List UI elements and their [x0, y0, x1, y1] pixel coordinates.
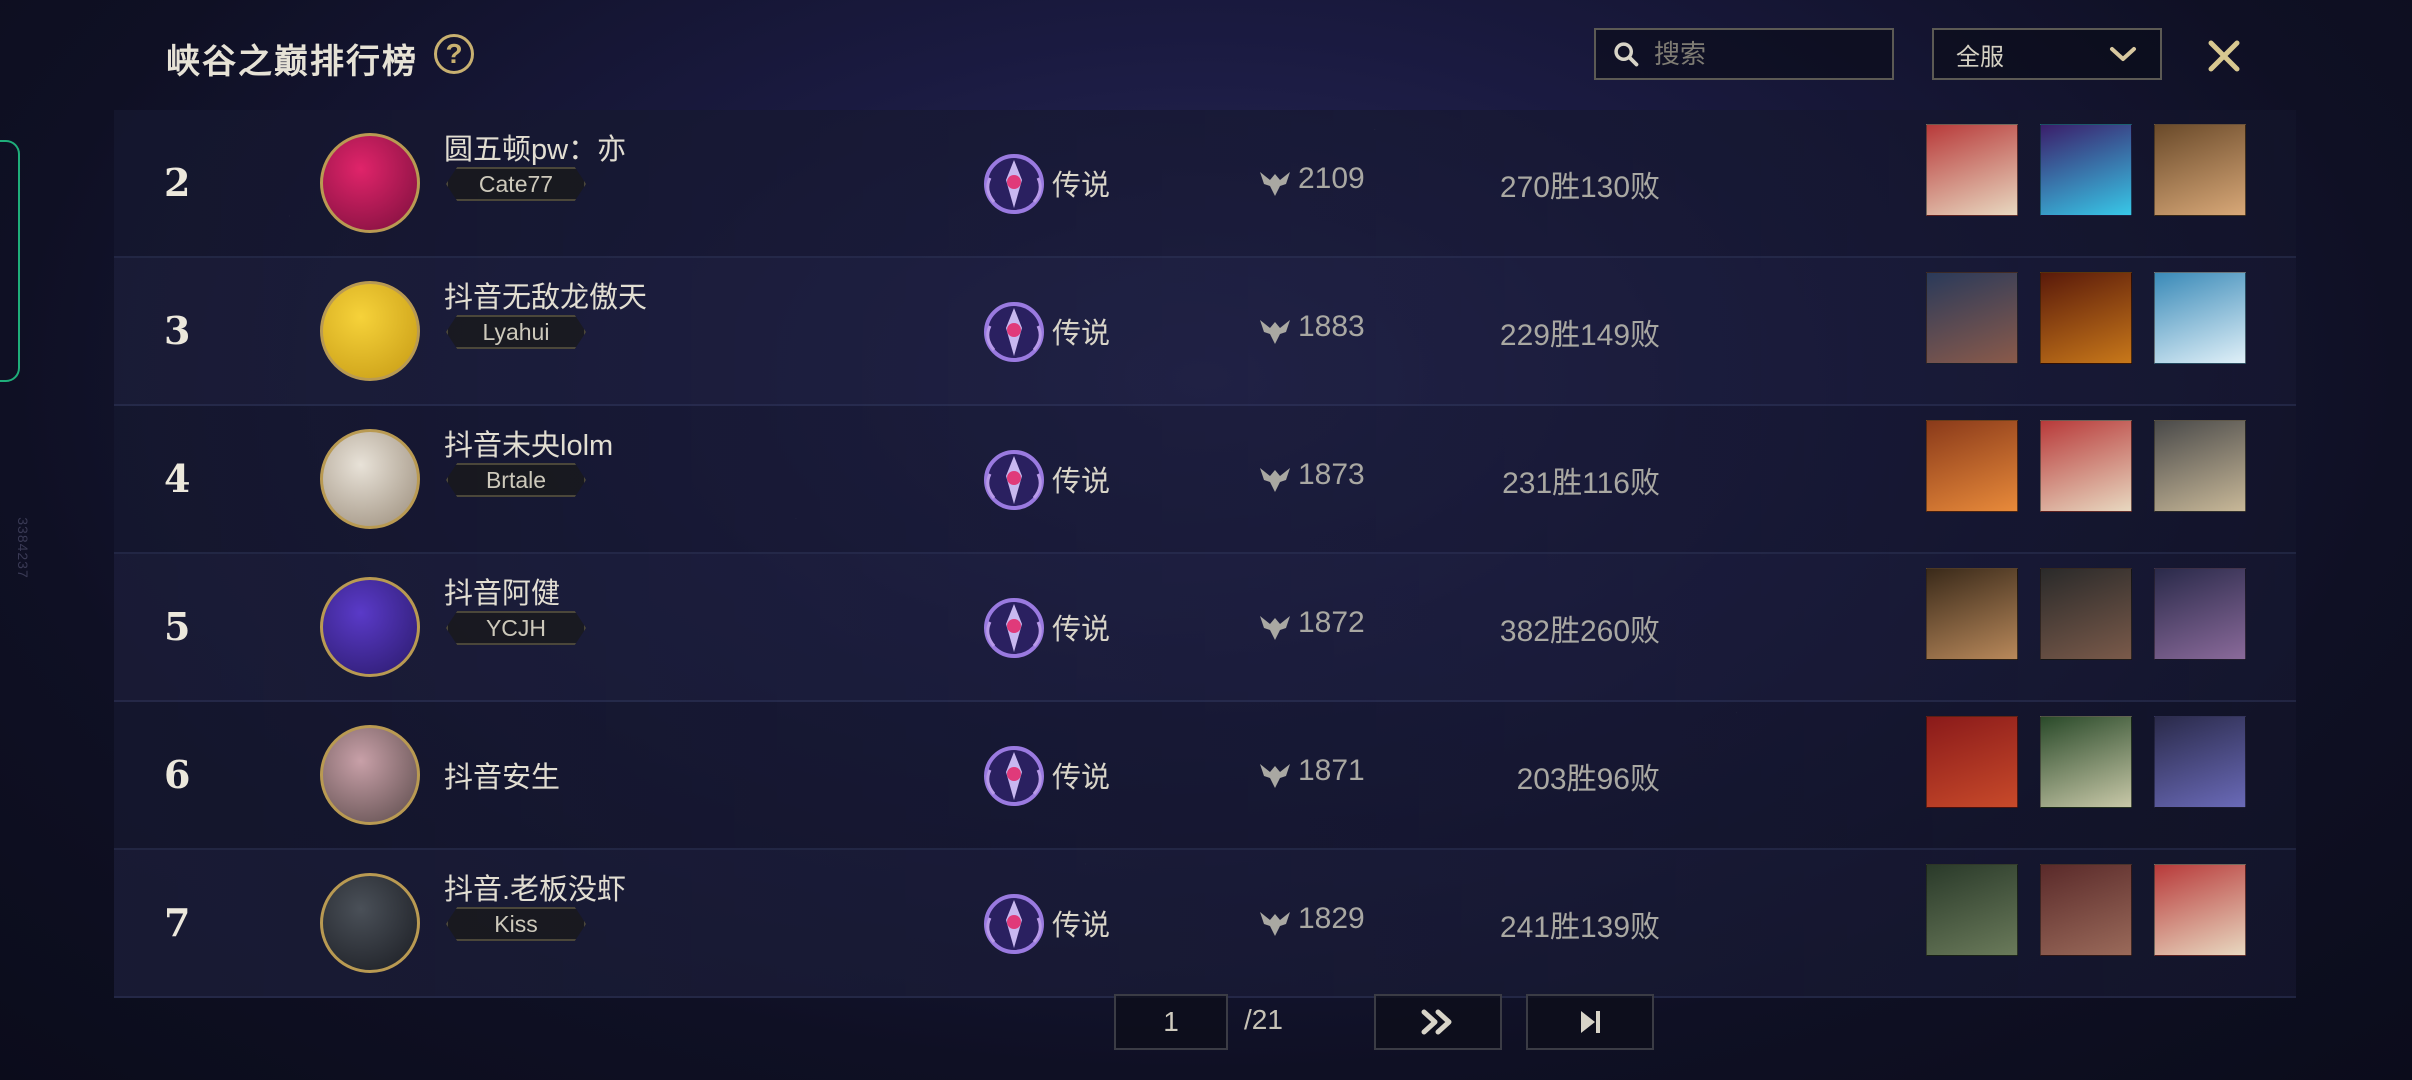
- player-avatar[interactable]: [320, 873, 420, 973]
- leaderboard-row[interactable]: 5 抖音阿健 YCJH 传说 1872 382胜260败: [114, 554, 2296, 702]
- player-avatar[interactable]: [320, 725, 420, 825]
- player-avatar[interactable]: [320, 577, 420, 677]
- search-icon: [1614, 42, 1639, 67]
- side-id-text: 3384237: [14, 517, 31, 579]
- player-name: 抖音阿健: [444, 578, 561, 610]
- win-loss-record: 231胜116败: [1502, 467, 1660, 500]
- champion-portrait[interactable]: [2040, 568, 2132, 660]
- tier-label: 传说: [1052, 910, 1111, 942]
- server-dropdown[interactable]: 全服: [1932, 28, 2162, 80]
- win-loss-record: 229胜149败: [1499, 319, 1660, 352]
- rank-score: 2109: [1298, 162, 1365, 195]
- next-page-button[interactable]: [1374, 994, 1502, 1050]
- champion-portrait[interactable]: [2040, 124, 2132, 216]
- win-loss-record: 203胜96败: [1516, 763, 1660, 796]
- player-name: 圆五顿pw：亦: [444, 134, 627, 166]
- leaderboard-row[interactable]: 2 圆五顿pw：亦 Cate77 传说 2109 270胜130败: [114, 110, 2296, 258]
- rank-number: 2: [164, 160, 191, 205]
- page-total: /21: [1244, 1004, 1283, 1035]
- player-avatar[interactable]: [320, 133, 420, 233]
- double-chevron-right-icon: [1421, 1009, 1452, 1035]
- rank-number: 4: [164, 456, 191, 501]
- champion-portrait[interactable]: [1926, 716, 2018, 808]
- player-tag: YCJH: [446, 611, 586, 645]
- page-number-input[interactable]: 1: [1114, 994, 1228, 1050]
- rank-number: 6: [164, 752, 191, 797]
- leaderboard-row[interactable]: 3 抖音无敌龙傲天 Lyahui 传说 1883 229胜149败: [114, 258, 2296, 406]
- champion-portrait[interactable]: [2040, 272, 2132, 364]
- rank-score: 1829: [1298, 902, 1365, 935]
- player-tag: Kiss: [446, 907, 586, 941]
- leaderboard-table: 2 圆五顿pw：亦 Cate77 传说 2109 270胜130败 3 抖音无敌龙傲天 Lyah…: [114, 110, 2296, 998]
- legend-tier-icon: [984, 894, 1044, 954]
- search-input[interactable]: [1652, 37, 1876, 71]
- legend-tier-icon: [984, 598, 1044, 658]
- player-tag: Cate77: [446, 167, 586, 201]
- rank-score: 1872: [1298, 606, 1365, 639]
- rank-number: 7: [164, 900, 191, 945]
- legend-tier-icon: [984, 154, 1044, 214]
- points-wing-icon: [1260, 468, 1290, 492]
- rank-score: 1873: [1298, 458, 1365, 491]
- win-loss-record: 382胜260败: [1499, 615, 1660, 648]
- legend-tier-icon: [984, 746, 1044, 806]
- player-tag: Brtale: [446, 463, 586, 497]
- help-button[interactable]: ?: [434, 34, 474, 74]
- player-avatar[interactable]: [320, 281, 420, 381]
- win-loss-record: 241胜139败: [1499, 911, 1660, 944]
- points-wing-icon: [1260, 912, 1290, 936]
- side-drawer-tab[interactable]: [0, 140, 20, 382]
- champion-portrait[interactable]: [1926, 124, 2018, 216]
- tier-label: 传说: [1052, 762, 1111, 794]
- champion-portrait[interactable]: [2040, 864, 2132, 956]
- player-tag: Lyahui: [446, 315, 586, 349]
- champion-portrait[interactable]: [2154, 716, 2246, 808]
- legend-tier-icon: [984, 450, 1044, 510]
- tier-label: 传说: [1052, 170, 1111, 202]
- rank-number: 5: [164, 604, 191, 649]
- rank-score: 1883: [1298, 310, 1365, 343]
- last-page-button[interactable]: [1526, 994, 1654, 1050]
- close-icon[interactable]: [2206, 38, 2242, 74]
- legend-tier-icon: [984, 302, 1044, 362]
- skip-to-end-icon: [1581, 1011, 1600, 1033]
- champion-portrait[interactable]: [2154, 420, 2246, 512]
- header: 峡谷之巅排行榜 ? 全服: [0, 0, 2412, 110]
- champion-portrait[interactable]: [2154, 864, 2246, 956]
- win-loss-record: 270胜130败: [1499, 171, 1660, 204]
- champion-portrait[interactable]: [1926, 864, 2018, 956]
- rank-score: 1871: [1298, 754, 1365, 787]
- help-icon: ?: [445, 38, 463, 69]
- player-name: 抖音未央lolm: [444, 430, 614, 462]
- champion-portrait[interactable]: [1926, 272, 2018, 364]
- champion-portrait[interactable]: [2154, 568, 2246, 660]
- tier-label: 传说: [1052, 466, 1111, 498]
- search-box[interactable]: [1594, 28, 1894, 80]
- tier-label: 传说: [1052, 614, 1111, 646]
- chevron-down-icon: [2110, 47, 2136, 61]
- leaderboard-row[interactable]: 6 抖音安生 传说 1871 203胜96败: [114, 702, 2296, 850]
- page-title: 峡谷之巅排行榜: [166, 43, 418, 81]
- champion-portrait[interactable]: [2154, 272, 2246, 364]
- leaderboard-row[interactable]: 4 抖音未央lolm Brtale 传说 1873 231胜116败: [114, 406, 2296, 554]
- points-wing-icon: [1260, 172, 1290, 196]
- leaderboard-row[interactable]: 7 抖音.老板没虾 Kiss 传说 1829 241胜139败: [114, 850, 2296, 998]
- points-wing-icon: [1260, 764, 1290, 788]
- player-name: 抖音无敌龙傲天: [444, 282, 648, 314]
- player-name: 抖音安生: [444, 762, 561, 794]
- champion-portrait[interactable]: [2040, 420, 2132, 512]
- server-selected: 全服: [1956, 43, 2004, 71]
- player-name: 抖音.老板没虾: [444, 874, 627, 906]
- champion-portrait[interactable]: [2154, 124, 2246, 216]
- rank-number: 3: [164, 308, 191, 353]
- tier-label: 传说: [1052, 318, 1111, 350]
- champion-portrait[interactable]: [1926, 420, 2018, 512]
- champion-portrait[interactable]: [2040, 716, 2132, 808]
- points-wing-icon: [1260, 320, 1290, 344]
- player-avatar[interactable]: [320, 429, 420, 529]
- points-wing-icon: [1260, 616, 1290, 640]
- champion-portrait[interactable]: [1926, 568, 2018, 660]
